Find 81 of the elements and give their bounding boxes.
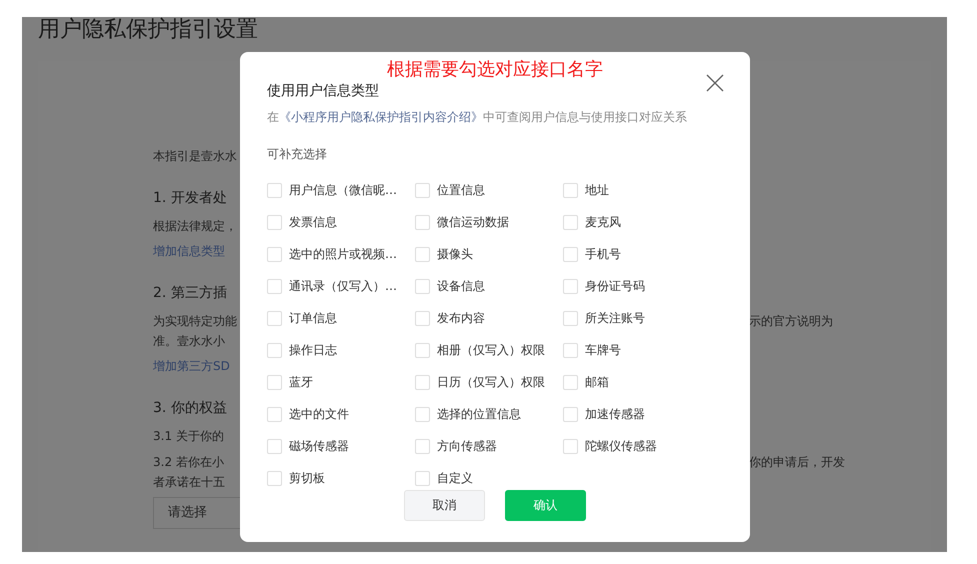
checkbox[interactable] [415,278,430,294]
checkbox[interactable] [415,438,430,454]
checkbox-label: 剪切板 [289,470,325,486]
checkbox[interactable] [415,214,430,230]
checkbox-label: 选择的位置信息 [437,406,521,422]
checkbox-label: 陀螺仪传感器 [585,438,657,454]
checkbox[interactable] [267,342,282,358]
confirm-button[interactable]: 确认 [505,490,586,521]
checkbox-label: 身份证号码 [585,278,645,294]
checkbox-label: 摄像头 [437,246,473,262]
checkbox[interactable] [563,374,578,390]
checkbox[interactable] [563,406,578,422]
checkbox[interactable] [267,374,282,390]
checkbox[interactable] [563,278,578,294]
checkbox-label: 发票信息 [289,214,337,230]
checkbox-label: 麦克风 [585,214,621,230]
checkbox-label: 邮箱 [585,374,609,390]
checkbox-label: 操作日志 [289,342,337,358]
checkbox[interactable] [267,310,282,326]
checkbox[interactable] [563,246,578,262]
paragraph-text: 你的申请后，开发 [749,454,845,471]
checkbox-label: 地址 [585,182,609,198]
checkbox[interactable] [563,310,578,326]
paragraph-text: 示的官方说明为 [749,313,833,330]
checkbox-label: 通讯录（仅写入）… [289,278,397,294]
dialog-title: 使用用户信息类型 [267,82,379,100]
checkbox[interactable] [267,246,282,262]
checkbox[interactable] [415,374,430,390]
section-heading: 2. 第三方插 [153,285,227,301]
guide-link[interactable]: 《小程序用户隐私保护指引内容介绍》 [279,110,483,124]
checkbox[interactable] [415,470,430,486]
checkbox-label: 选中的文件 [289,406,349,422]
page-title: 用户隐私保护指引设置 [37,17,259,44]
checkbox[interactable] [563,214,578,230]
section-heading: 1. 开发者处 [153,190,227,206]
section-heading: 3. 你的权益 [153,400,227,416]
checkbox[interactable] [563,438,578,454]
checkbox-label: 用户信息（微信昵… [289,182,397,198]
checkbox-label: 车牌号 [585,342,621,358]
checkbox[interactable] [267,278,282,294]
paragraph-text: 者承诺在十五 [153,474,225,491]
checkbox[interactable] [267,214,282,230]
add-link[interactable]: 增加第三方SD [153,359,230,373]
checkbox-label: 选中的照片或视频… [289,246,397,262]
annotation-text: 根据需要勾选对应接口名字 [386,58,604,82]
checkbox-label: 磁场传感器 [289,438,349,454]
checkbox[interactable] [563,342,578,358]
checkbox-label: 所关注账号 [585,310,645,326]
checkbox-label: 自定义 [437,470,473,486]
checkbox-label: 手机号 [585,246,621,262]
checkbox[interactable] [267,182,282,198]
paragraph-text: 3.1 关于你的 [153,428,224,445]
checkbox[interactable] [267,470,282,486]
paragraph-text: 为实现特定功能 [153,313,237,330]
checkbox[interactable] [563,182,578,198]
checkbox[interactable] [267,406,282,422]
checkbox-label: 订单信息 [289,310,337,326]
close-icon[interactable] [706,74,724,92]
checkbox-label: 发布内容 [437,310,485,326]
paragraph-text: 3.2 若你在小 [153,454,224,471]
checkbox-label: 位置信息 [437,182,485,198]
checkbox-label: 微信运动数据 [437,214,509,230]
cancel-button[interactable]: 取消 [404,490,485,521]
checkbox-label: 设备信息 [437,278,485,294]
checkbox-label: 蓝牙 [289,374,313,390]
checkbox-label: 加速传感器 [585,406,645,422]
checkbox-label: 相册（仅写入）权限 [437,342,545,358]
paragraph-text: 准。壹水水小 [153,333,225,350]
checkbox[interactable] [267,438,282,454]
paragraph-text: 根据法律规定， [153,218,237,235]
checkbox[interactable] [415,406,430,422]
checkbox[interactable] [415,246,430,262]
checkbox-label: 方向传感器 [437,438,497,454]
add-link[interactable]: 增加信息类型 [153,244,225,258]
checkbox[interactable] [415,310,430,326]
checkbox[interactable] [415,182,430,198]
checkbox[interactable] [415,342,430,358]
section-label: 可补充选择 [267,146,327,162]
checkbox-label: 日历（仅写入）权限 [437,374,545,390]
paragraph-text: 本指引是壹水水 [153,148,237,165]
dialog-subtitle: 在《小程序用户隐私保护指引内容介绍》中可查阅用户信息与使用接口对应关系 [267,109,688,125]
